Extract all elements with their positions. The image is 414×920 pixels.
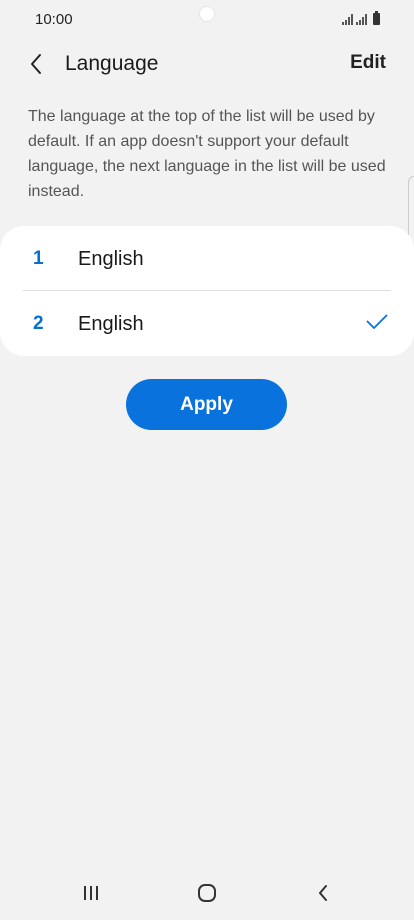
nav-back-button[interactable] bbox=[303, 878, 343, 908]
edit-button[interactable]: Edit bbox=[350, 52, 386, 74]
home-icon bbox=[198, 884, 216, 902]
battery-icon bbox=[373, 11, 380, 25]
language-list: 1 English 2 English bbox=[0, 226, 414, 356]
language-name: English bbox=[78, 248, 144, 270]
description-text: The language at the top of the list will… bbox=[28, 108, 386, 200]
recent-apps-button[interactable] bbox=[71, 878, 111, 908]
language-item-2[interactable]: 2 English bbox=[0, 292, 414, 356]
check-icon bbox=[366, 314, 388, 329]
back-button[interactable] bbox=[20, 48, 52, 80]
language-number: 1 bbox=[33, 248, 44, 269]
status-bar: 10:00 bbox=[0, 0, 414, 40]
navigation-bar bbox=[0, 864, 414, 920]
divider bbox=[23, 290, 391, 291]
camera-cutout bbox=[200, 7, 214, 21]
app-header: Language Edit bbox=[0, 40, 414, 88]
language-name: English bbox=[78, 313, 144, 335]
language-item-1[interactable]: 1 English bbox=[0, 227, 414, 291]
signal-icon bbox=[342, 14, 353, 25]
back-icon bbox=[319, 885, 327, 901]
apply-button[interactable]: Apply bbox=[126, 379, 287, 430]
page-title: Language bbox=[65, 52, 159, 75]
status-time: 10:00 bbox=[35, 11, 73, 28]
language-number: 2 bbox=[33, 313, 44, 334]
status-icons bbox=[342, 11, 380, 25]
signal-icon-2 bbox=[356, 14, 367, 25]
chevron-left-icon bbox=[31, 54, 41, 74]
screen: 10:00 Language Edit The language at the … bbox=[0, 0, 414, 920]
recent-apps-icon bbox=[84, 886, 98, 900]
home-button[interactable] bbox=[187, 878, 227, 908]
